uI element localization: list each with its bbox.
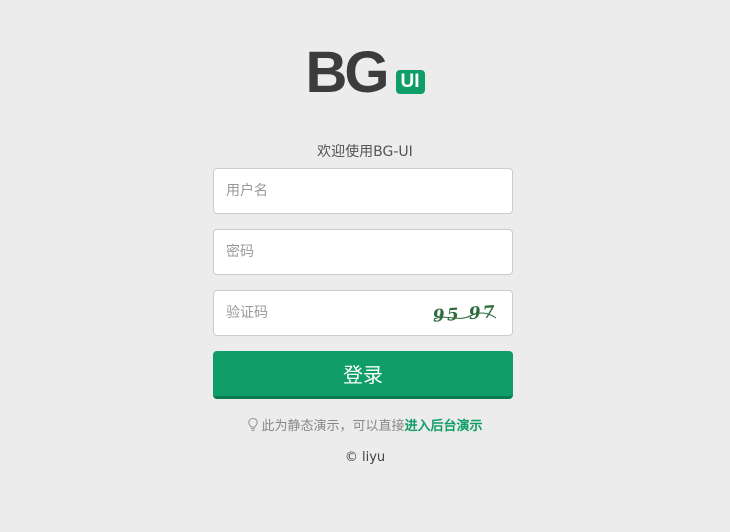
captcha-input[interactable] <box>214 291 414 335</box>
username-field <box>213 168 513 214</box>
password-field <box>213 229 513 275</box>
demo-tip: 此为静态演示，可以直接 进入后台演示 <box>0 415 730 434</box>
logo-text: BG <box>305 40 390 105</box>
enter-admin-demo-link[interactable]: 进入后台演示 <box>405 415 483 434</box>
captcha-field: 95 97 <box>213 290 513 336</box>
login-button[interactable]: 登录 <box>213 351 513 399</box>
copyright: © liyu <box>0 450 730 465</box>
lightbulb-icon <box>248 417 259 431</box>
username-input[interactable] <box>214 169 414 213</box>
logo-badge: UI <box>395 70 425 94</box>
captcha-text: 95 97 <box>432 302 495 326</box>
tip-text: 此为静态演示，可以直接 <box>261 419 405 434</box>
welcome-text: 欢迎使用BG-UI <box>317 144 413 160</box>
captcha-image[interactable]: 95 97 <box>432 300 498 328</box>
password-input[interactable] <box>214 230 414 274</box>
logo: BG UI <box>0 44 730 102</box>
copyright-author: liyu <box>361 450 386 465</box>
copyright-symbol: © <box>344 450 358 465</box>
